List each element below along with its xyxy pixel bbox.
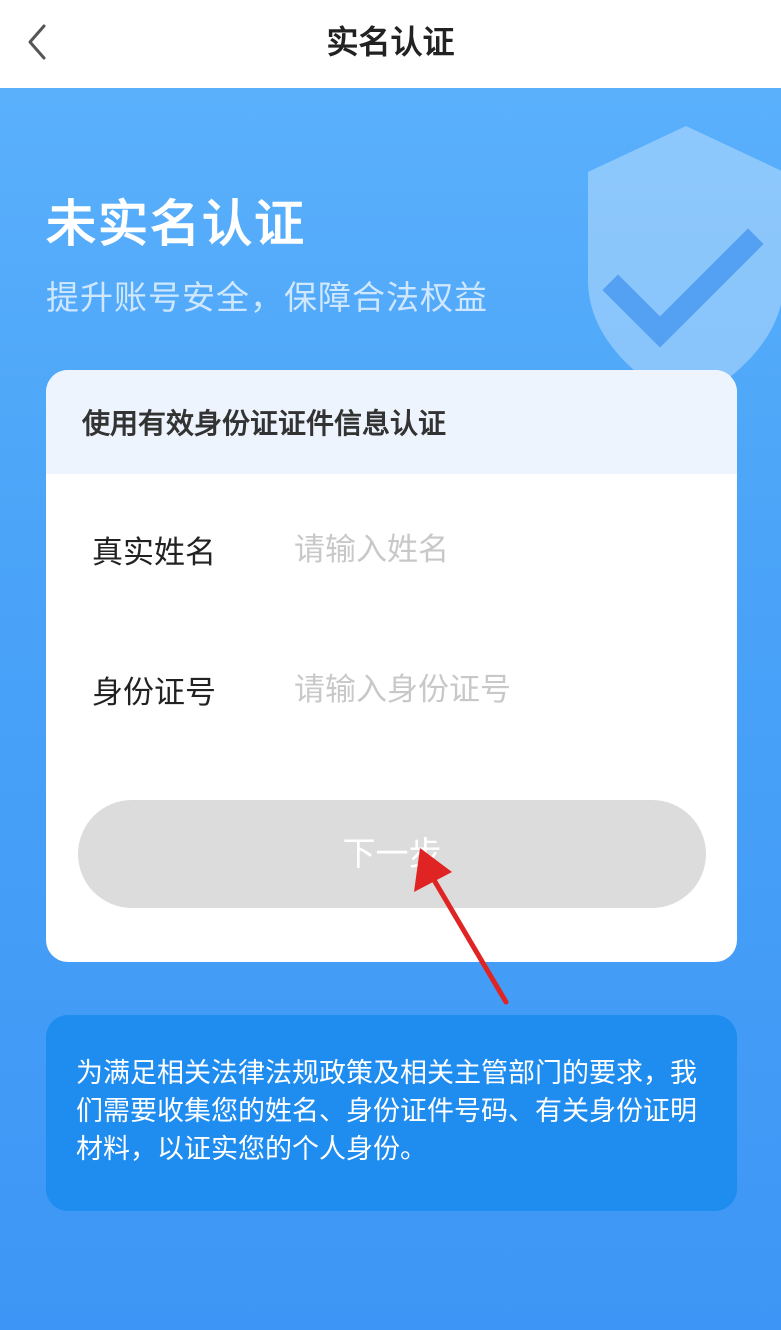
id-number-label: 身份证号 [92,675,216,711]
annotation-arrow-icon [414,848,509,1005]
privacy-notice: 为满足相关法律法规政策及相关主管部门的要求，我们需要收集您的姓名、身份证件号码、… [46,1015,737,1211]
id-number-input[interactable] [294,665,694,715]
privacy-notice-text: 为满足相关法律法规政策及相关主管部门的要求，我们需要收集您的姓名、身份证件号码、… [76,1058,697,1165]
hero-section: 未实名认证 提升账号安全，保障合法权益 使用有效身份证证件信息认证 真实姓名 身… [0,88,781,1330]
card-header-text: 使用有效身份证证件信息认证 [82,407,447,440]
name-input[interactable] [294,525,694,575]
verification-subtitle: 提升账号安全，保障合法权益 [46,278,488,317]
verification-status-title: 未实名认证 [46,195,306,253]
top-bar: 实名认证 [0,0,781,88]
verification-form-card: 使用有效身份证证件信息认证 真实姓名 身份证号 下一步 [46,370,737,962]
name-label: 真实姓名 [92,535,216,571]
card-header: 使用有效身份证证件信息认证 [46,370,737,474]
page-title: 实名认证 [326,23,455,61]
shield-check-icon [588,126,781,406]
next-step-button[interactable]: 下一步 [78,800,706,908]
